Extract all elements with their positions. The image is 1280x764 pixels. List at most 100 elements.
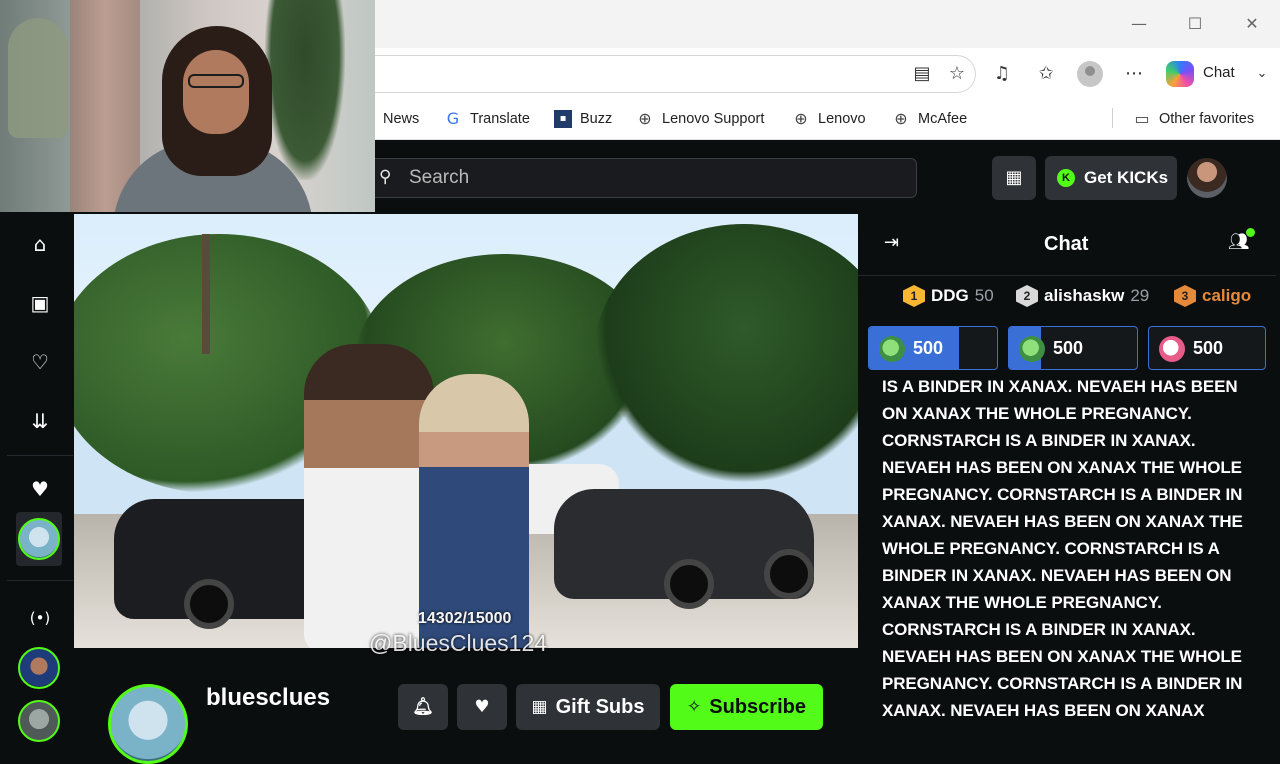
- bookmark-buzz[interactable]: ▪ Buzz: [554, 108, 612, 130]
- following-heart-icon[interactable]: ♡: [24, 346, 56, 378]
- stream-handle-watermark: @BluesClues124: [369, 630, 548, 656]
- leaderboard-entry[interactable]: 3 caligo: [1174, 284, 1254, 308]
- home-icon[interactable]: ⌂: [24, 228, 56, 260]
- translate-icon: G: [446, 109, 460, 128]
- gift-value: 500: [1193, 338, 1224, 358]
- leaderboard-entry[interactable]: 1 DDG 50: [903, 284, 994, 308]
- bookmark-mcafee[interactable]: ⊕ McAfee: [892, 108, 967, 130]
- kicks-coin-icon: K: [1057, 169, 1075, 187]
- buzz-icon: ▪: [554, 110, 572, 128]
- more-icon[interactable]: ⋯: [1122, 62, 1146, 86]
- webcam-overlay: [0, 0, 375, 212]
- chevron-down-icon[interactable]: ⌄: [1250, 62, 1274, 86]
- leaderboard-name: DDG: [931, 286, 969, 305]
- bell-icon: 🔔︎: [412, 697, 434, 717]
- close-icon[interactable]: ✕: [1240, 12, 1264, 36]
- sidebar-divider: [7, 580, 73, 581]
- heart-icon[interactable]: ♥: [24, 473, 56, 505]
- sidebar-channel-avatar[interactable]: [18, 647, 60, 689]
- gift-avatar-icon: [1159, 336, 1185, 362]
- stream-goal-counter: 14302/15000: [418, 610, 512, 627]
- gift-avatar-icon: [879, 336, 905, 362]
- person-white-dress: [304, 344, 434, 648]
- chat-messages: IS A BINDER IN XANAX. NEVAEH HAS BEEN ON…: [858, 373, 1276, 720]
- sidebar-channel-avatar[interactable]: [18, 518, 60, 560]
- leaderboard-icon[interactable]: ⇊: [24, 405, 56, 437]
- browse-icon[interactable]: ▣: [24, 287, 56, 319]
- other-favorites[interactable]: ▭ Other favorites: [1133, 108, 1254, 130]
- gift-goal-card[interactable]: 500: [1148, 326, 1266, 370]
- profile-icon[interactable]: [1077, 61, 1103, 87]
- gift-subs-button[interactable]: ▦ Gift Subs: [516, 684, 660, 730]
- gift-goal-card[interactable]: 500: [1008, 326, 1138, 370]
- favorites-icon[interactable]: ✩: [1034, 62, 1058, 86]
- video-player[interactable]: [74, 214, 858, 648]
- leaderboard-score: 29: [1130, 286, 1150, 305]
- bookmarks-divider: [1112, 108, 1113, 128]
- sparkle-icon: ✧: [687, 697, 702, 717]
- person-blue-dress: [419, 374, 529, 648]
- bookmark-label: McAfee: [918, 111, 968, 127]
- globe-icon: ⊕: [638, 109, 652, 128]
- heart-icon: ♥: [474, 697, 490, 717]
- live-broadcast-icon[interactable]: (•): [24, 602, 56, 634]
- leaderboard-name: alishaskw: [1044, 286, 1125, 305]
- plant: [265, 0, 345, 180]
- glasses: [188, 74, 244, 88]
- leaderboard-score: 50: [974, 286, 994, 305]
- bookmark-label: Buzz: [580, 111, 613, 127]
- rank-badge: 3: [1174, 285, 1196, 307]
- favorite-star-icon[interactable]: ☆: [945, 62, 969, 86]
- other-favorites-label: Other favorites: [1159, 111, 1255, 127]
- get-kicks-label: Get KICKs: [1084, 168, 1169, 187]
- person-face: [183, 50, 249, 134]
- user-avatar[interactable]: [1187, 158, 1227, 198]
- subscribe-label: Subscribe: [709, 695, 806, 718]
- rank-badge: 1: [903, 285, 925, 307]
- maximize-icon[interactable]: ☐: [1183, 12, 1207, 36]
- gift-avatar-icon: [1019, 336, 1045, 362]
- sidebar-divider: [7, 455, 73, 456]
- chat-message: IS A BINDER IN XANAX. NEVAEH HAS BEEN ON…: [882, 377, 1243, 720]
- leaderboard-name: caligo: [1202, 286, 1252, 305]
- wheel: [764, 549, 814, 599]
- search-placeholder: Search: [409, 167, 470, 188]
- dashboard-icon[interactable]: ▦: [992, 156, 1036, 200]
- bookmark-label: Lenovo: [818, 111, 866, 127]
- minimize-icon[interactable]: —: [1127, 12, 1151, 36]
- bookmark-lenovo-support[interactable]: ⊕ Lenovo Support: [636, 108, 764, 130]
- copilot-chat-label[interactable]: Chat: [1203, 64, 1235, 81]
- channel-avatar[interactable]: [108, 684, 188, 764]
- bookmark-lenovo[interactable]: ⊕ Lenovo: [792, 108, 866, 130]
- palm-tree: [202, 234, 210, 354]
- channel-name[interactable]: bluesclues: [206, 684, 330, 712]
- media-icon[interactable]: ♫: [990, 62, 1014, 86]
- bookmark-label: Lenovo Support: [662, 111, 765, 127]
- globe-icon: ⊕: [894, 109, 908, 128]
- bookmark-label: News: [383, 111, 420, 127]
- address-bar[interactable]: [375, 55, 976, 93]
- chat-title: Chat: [1044, 233, 1089, 255]
- gift-value: 500: [1053, 338, 1084, 358]
- plant: [8, 18, 68, 138]
- gift-subs-label: Gift Subs: [555, 695, 645, 718]
- sidebar-channel-avatar[interactable]: [18, 700, 60, 742]
- copilot-icon[interactable]: [1166, 61, 1194, 87]
- collapse-chat-icon[interactable]: ⇥: [884, 232, 908, 256]
- subscribe-button[interactable]: ✧ Subscribe: [670, 684, 823, 730]
- gift-icon: ▦: [531, 697, 548, 717]
- wheel: [184, 579, 234, 629]
- gift-goal-card[interactable]: 500: [868, 326, 998, 370]
- leaderboard-entry[interactable]: 2 alishaskw 29: [1016, 284, 1149, 308]
- wheel: [664, 559, 714, 609]
- follow-button[interactable]: ♥: [457, 684, 507, 730]
- online-indicator: [1246, 228, 1255, 237]
- globe-icon: ⊕: [794, 109, 808, 128]
- folder-icon: ▭: [1134, 109, 1150, 128]
- get-kicks-button[interactable]: K Get KICKs: [1045, 156, 1177, 200]
- notification-bell-button[interactable]: 🔔︎: [398, 684, 448, 730]
- gift-value: 500: [913, 338, 944, 358]
- reading-view-icon[interactable]: ▤: [910, 62, 934, 86]
- bookmark-news[interactable]: News: [383, 108, 419, 130]
- bookmark-translate[interactable]: G Translate: [444, 108, 530, 130]
